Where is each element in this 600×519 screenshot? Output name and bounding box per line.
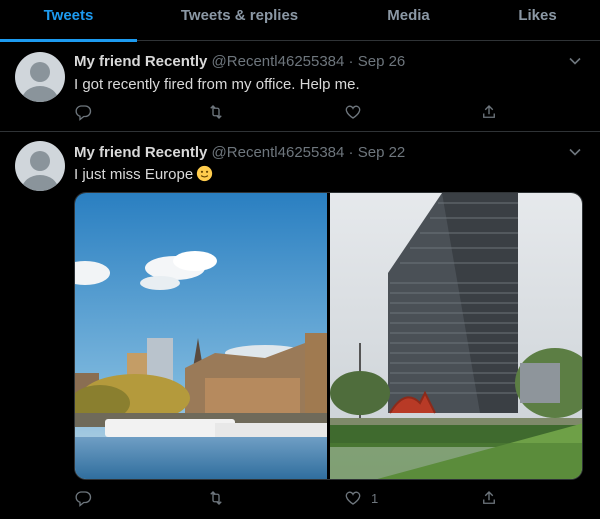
like-button[interactable]: 1 [344,488,378,508]
retweet-button[interactable] [207,488,225,508]
tweet-media[interactable] [74,192,583,480]
tweet-date[interactable]: Sep 22 [358,144,406,161]
heart-icon [345,105,361,119]
reply-button[interactable] [74,488,92,508]
retweet-icon [210,105,222,119]
like-count: 1 [371,490,379,506]
city-river-skyline-photo[interactable] [75,193,327,480]
heart-icon [345,491,361,505]
retweet-icon [210,491,222,505]
tweet-text-line: I just miss Europe [74,165,213,183]
tweet-actions [74,102,514,122]
tweet-text: I got recently fired from my office. Hel… [74,76,360,93]
tweet-header: My friend Recently @Recentl46255384 · Se… [74,144,405,161]
tab-tweets-and-replies[interactable]: Tweets & replies [137,0,342,41]
tweet-text: I just miss Europe [74,166,194,183]
retweet-button[interactable] [207,102,225,122]
tweet-actions: 1 [74,488,514,508]
share-icon [483,105,495,118]
like-button[interactable] [344,102,371,122]
reply-icon [75,105,92,121]
chevron-down-icon[interactable] [568,145,582,159]
avatar[interactable] [15,141,65,191]
tab-likes[interactable]: Likes [475,0,600,41]
tweet-date[interactable]: Sep 26 [358,53,406,70]
share-button[interactable] [480,488,498,508]
separator-dot: · [348,53,354,70]
office-tower-photo[interactable] [330,193,583,480]
tweet-header: My friend Recently @Recentl46255384 · Se… [74,53,405,70]
tweet[interactable]: My friend Recently @Recentl46255384 · Se… [0,42,600,132]
chevron-down-icon[interactable] [568,54,582,68]
separator-dot: · [348,144,354,161]
profile-tabs: Tweets Tweets & replies Media Likes [0,0,600,42]
author-handle[interactable]: @Recentl46255384 [212,53,345,70]
tab-media[interactable]: Media [342,0,475,41]
share-icon [483,491,495,504]
slightly-smiling-face-icon [197,165,213,182]
tab-tweets[interactable]: Tweets [0,0,137,42]
author-name[interactable]: My friend Recently [74,53,207,70]
avatar[interactable] [15,52,65,102]
tweet[interactable]: My friend Recently @Recentl46255384 · Se… [0,133,600,519]
reply-button[interactable] [74,102,92,122]
reply-icon [75,491,92,507]
author-handle[interactable]: @Recentl46255384 [212,144,345,161]
author-name[interactable]: My friend Recently [74,144,207,161]
share-button[interactable] [480,102,498,122]
